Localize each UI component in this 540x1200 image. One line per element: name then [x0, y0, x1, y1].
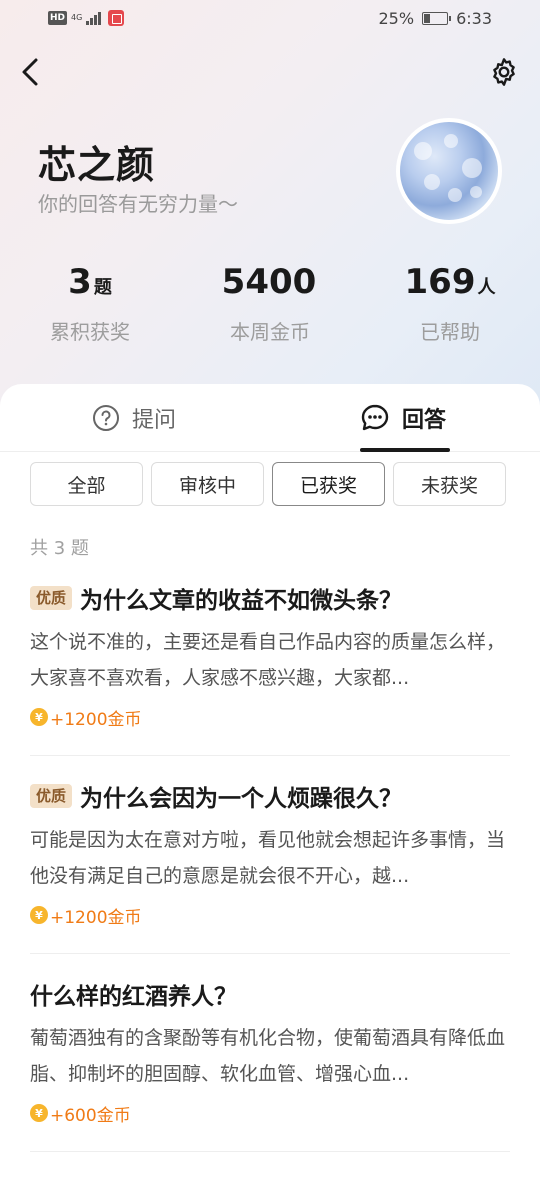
stat-coins-value: 5400: [221, 262, 317, 302]
tab-ask-label: 提问: [132, 408, 177, 433]
notification-app-icon: [108, 10, 125, 26]
filter-group: 全部 审核中 已获奖 未获奖: [30, 462, 506, 506]
stat-coins-label: 本周金币: [230, 320, 310, 344]
stat-helped-label: 已帮助: [420, 320, 480, 344]
question-circle-icon: [93, 405, 119, 431]
coin-icon: ¥: [30, 708, 48, 726]
battery-percent: 25%: [378, 9, 415, 28]
list-item[interactable]: 优质 为什么文章的收益不如微头条？ 这个说不准的，主要还是看自己作品内容的质量怎…: [30, 578, 510, 756]
tab-answer[interactable]: 回答: [360, 398, 446, 438]
stat-helped-value: 169: [404, 262, 476, 302]
tab-active-indicator: [360, 448, 450, 452]
stat-helped-unit: 人: [477, 277, 496, 298]
network-type: 4G: [71, 13, 83, 22]
hd-icon: HD: [48, 11, 68, 25]
answer-snippet: 葡萄酒独有的含聚酚等有机化合物，使葡萄酒具有降低血脂、抑制坏的胆固醇、软化血管、…: [30, 1027, 506, 1085]
result-count: 共 3 题: [30, 538, 89, 559]
content-card: 提问 回答 全部 审核中 已获奖 未获奖 共 3 题 优质 为什么文章的收益不如…: [0, 384, 540, 1200]
answer-snippet: 可能是因为太在意对方啦，看见他就会想起许多事情，当他没有满足自己的意愿是就会很不…: [30, 829, 506, 887]
reward-amount: +600金币: [50, 1105, 131, 1126]
tab-ask[interactable]: 提问: [92, 398, 176, 438]
question-title: 什么样的红酒养人？: [30, 984, 237, 1010]
quality-badge: 优质: [30, 784, 73, 808]
filter-not-awarded[interactable]: 未获奖: [393, 462, 506, 506]
stat-awards-label: 累积获奖: [50, 320, 130, 344]
question-title: 为什么会因为一个人烦躁很久？: [80, 786, 403, 812]
coin-icon: ¥: [30, 906, 48, 924]
reward-amount: +1200金币: [50, 709, 142, 730]
filter-reviewing[interactable]: 审核中: [151, 462, 264, 506]
status-bar: HD 4G 25% 6:33: [0, 0, 540, 40]
coin-icon: ¥: [30, 1104, 48, 1122]
tab-bar: 提问 回答: [0, 384, 540, 452]
stat-awards: 3题 累积获奖: [0, 262, 180, 345]
tab-answer-label: 回答: [402, 408, 447, 433]
filter-awarded[interactable]: 已获奖: [272, 462, 385, 506]
reward-amount: +1200金币: [50, 907, 142, 928]
list-item[interactable]: 什么样的红酒养人？ 葡萄酒独有的含聚酚等有机化合物，使葡萄酒具有降低血脂、抑制坏…: [30, 974, 510, 1152]
user-motto: 你的回答有无穷力量～: [38, 192, 238, 216]
back-icon[interactable]: [16, 54, 48, 90]
stat-helped: 169 人 已帮助: [360, 262, 540, 345]
chat-bubble-icon: [361, 404, 389, 431]
reward-row: ¥ +1200金币: [30, 702, 510, 732]
stat-awards-value: 3: [68, 262, 92, 302]
user-name: 芯之颜: [38, 143, 156, 187]
settings-gear-icon[interactable]: [488, 56, 520, 88]
signal-icon: [86, 11, 102, 25]
list-item[interactable]: 优质 为什么会因为一个人烦躁很久？ 可能是因为太在意对方啦，看见他就会想起许多事…: [30, 776, 510, 954]
stat-coins: 5400 本周金币: [180, 262, 360, 345]
quality-badge: 优质: [30, 586, 73, 610]
avatar[interactable]: [396, 118, 502, 224]
clock: 6:33: [456, 9, 492, 28]
battery-icon: [422, 12, 452, 25]
filter-all[interactable]: 全部: [30, 462, 143, 506]
answer-snippet: 这个说不准的，主要还是看自己作品内容的质量怎么样，大家喜不喜欢看，人家感不感兴趣…: [30, 631, 506, 689]
question-title: 为什么文章的收益不如微头条？: [80, 588, 403, 614]
stat-awards-unit: 题: [93, 277, 112, 298]
reward-row: ¥ +1200金币: [30, 900, 510, 930]
reward-row: ¥ +600金币: [30, 1098, 510, 1128]
